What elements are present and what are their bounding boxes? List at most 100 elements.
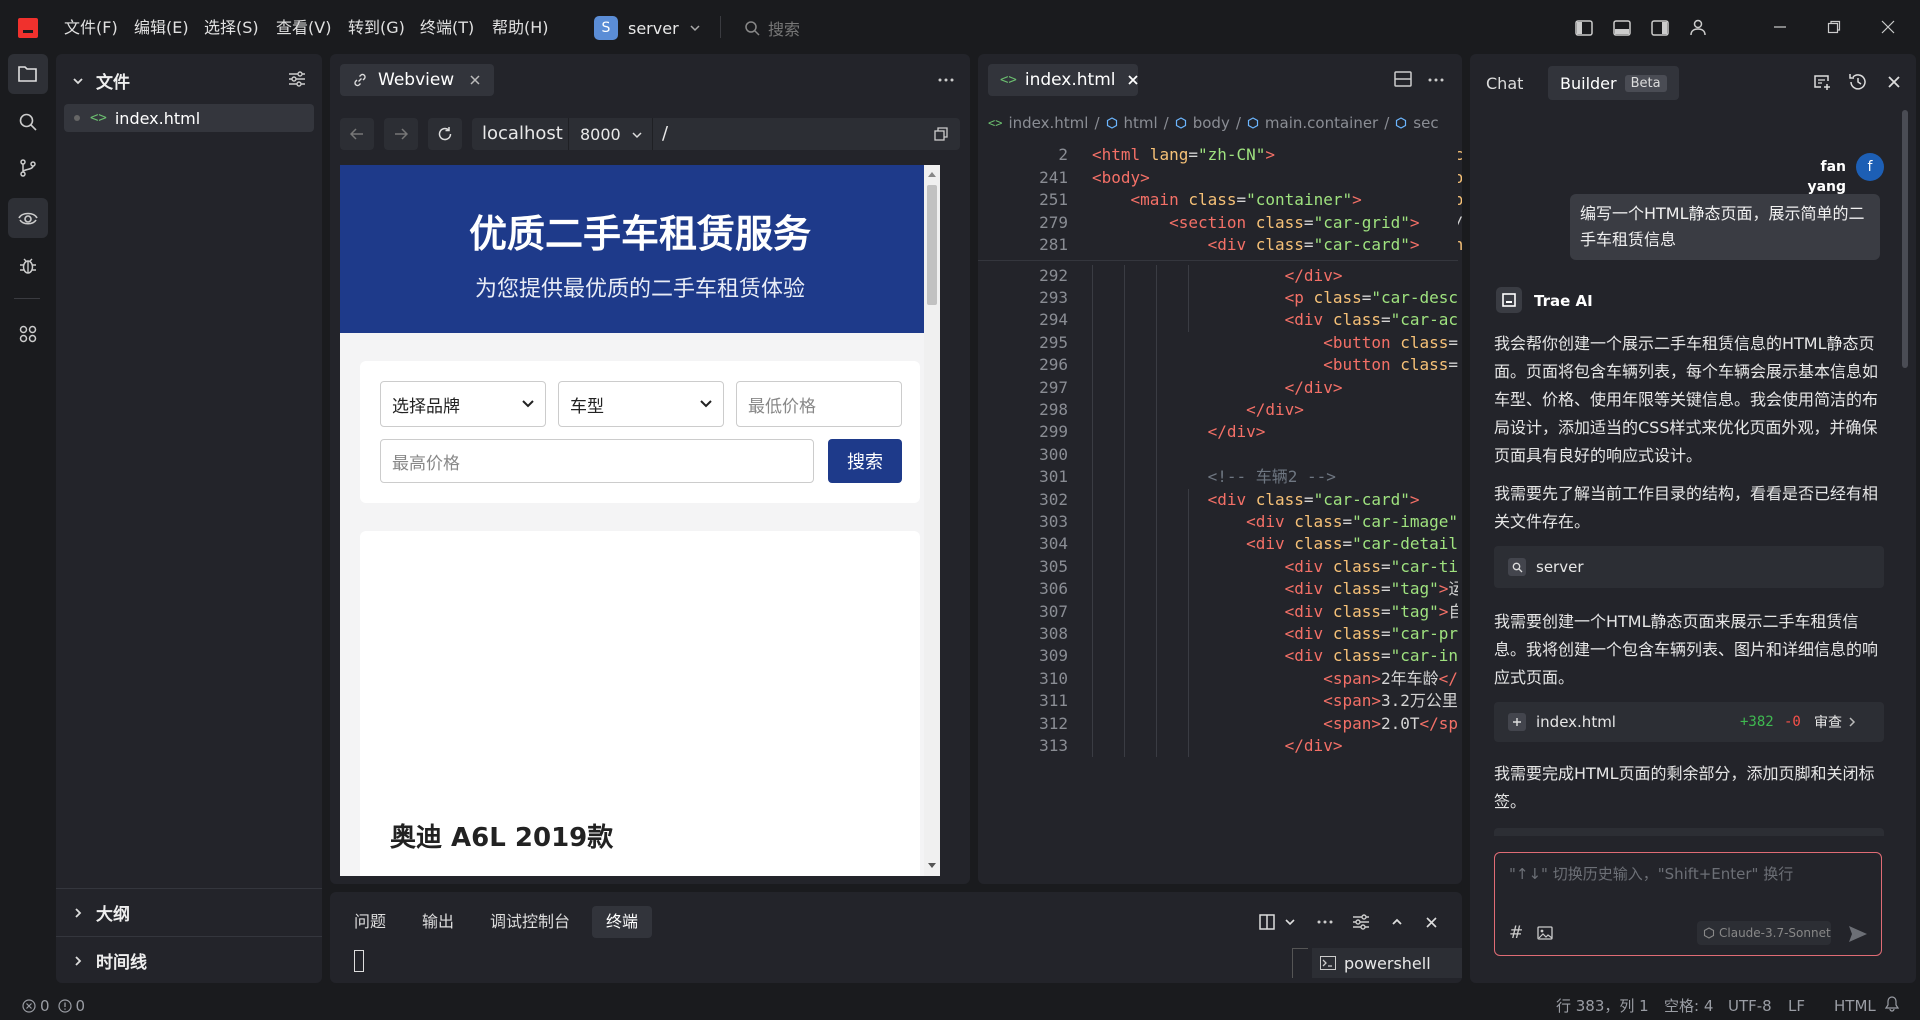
back-button[interactable] <box>340 118 374 150</box>
minimize-icon[interactable] <box>1768 15 1792 39</box>
close-window-icon[interactable] <box>1876 15 1900 39</box>
breadcrumb-item[interactable]: sec <box>1413 114 1438 132</box>
close-icon[interactable] <box>1882 70 1906 94</box>
outline-section[interactable]: 大纲 <box>72 900 130 925</box>
close-icon[interactable] <box>1127 75 1138 85</box>
menu-file[interactable]: 文件(F) <box>64 17 118 39</box>
file-item-index-html[interactable]: <> index.html <box>64 104 314 132</box>
line-number: 293 <box>1039 287 1068 307</box>
breadcrumb-item[interactable]: index.html <box>1008 114 1088 132</box>
tab-output[interactable]: 输出 <box>412 906 464 938</box>
model-selector[interactable]: Claude-3.7-Sonnet <box>1697 921 1831 945</box>
debug-icon[interactable] <box>8 246 48 286</box>
min-price-input[interactable]: 最低价格 <box>736 381 902 427</box>
code-token: = <box>1342 511 1353 531</box>
review-button[interactable]: 审查 <box>1814 712 1856 732</box>
tab-problems[interactable]: 问题 <box>344 906 396 938</box>
maximize-panel-icon[interactable] <box>1386 911 1408 933</box>
brand-select[interactable]: 选择品牌 <box>380 381 546 427</box>
chat-scrollbar[interactable] <box>1902 110 1908 368</box>
filter-settings-icon[interactable] <box>286 68 308 90</box>
tab-chat[interactable]: Chat <box>1486 70 1523 98</box>
send-icon[interactable] <box>1847 923 1869 945</box>
breadcrumb-item[interactable]: main.container <box>1265 114 1378 132</box>
tab-terminal[interactable]: 终端 <box>592 906 653 938</box>
encoding[interactable]: UTF-8 <box>1728 996 1772 1016</box>
toggle-right-panel-icon[interactable] <box>1648 16 1672 40</box>
terminal-instance[interactable]: powershell <box>1312 948 1462 978</box>
reload-button[interactable] <box>428 118 462 150</box>
explorer-icon[interactable] <box>8 54 48 94</box>
timeline-section[interactable]: 时间线 <box>72 948 147 973</box>
project-switcher[interactable]: S server <box>594 14 704 42</box>
chat-input-placeholder: "↑↓" 切换历史输入，"Shift+Enter" 换行 <box>1509 865 1794 883</box>
restore-icon[interactable] <box>1822 15 1846 39</box>
code-area[interactable]: 2 <html lang="zh-CN"> 241 <body> 251 <main c… <box>978 144 1458 884</box>
menu-help[interactable]: 帮助(H) <box>492 17 549 39</box>
indentation[interactable]: 空格: 4 <box>1664 996 1713 1016</box>
split-editor-icon[interactable] <box>1392 68 1414 90</box>
search-view-icon[interactable] <box>8 102 48 142</box>
history-icon[interactable] <box>1846 70 1870 94</box>
tab-builder[interactable]: Builder Beta <box>1548 66 1679 100</box>
max-price-input[interactable]: 最高价格 <box>380 439 814 483</box>
menu-go[interactable]: 转到(G) <box>348 17 405 39</box>
address-bar[interactable]: localhost 8000 / <box>472 118 960 150</box>
search-icon <box>1508 558 1526 576</box>
type-select[interactable]: 车型 <box>558 381 724 427</box>
file-change-name: index.html <box>1536 713 1616 731</box>
explorer-header[interactable]: 文件 <box>72 68 130 93</box>
menu-view[interactable]: 查看(V) <box>276 17 331 39</box>
port-select[interactable]: 8000 <box>580 125 643 144</box>
terminal-cursor[interactable] <box>354 950 364 972</box>
html-file-icon: <> <box>988 116 1003 130</box>
more-actions-icon[interactable] <box>1426 70 1446 90</box>
path-field[interactable]: / <box>662 123 668 144</box>
menu-edit[interactable]: 编辑(E) <box>134 17 189 39</box>
search-icon <box>744 20 760 36</box>
tab-index-html[interactable]: <> index.html <box>988 64 1138 96</box>
language-mode[interactable]: HTML <box>1834 996 1876 1016</box>
notifications-icon[interactable] <box>1882 994 1902 1014</box>
menu-terminal[interactable]: 终端(T) <box>420 17 474 39</box>
line-ending[interactable]: LF <box>1788 996 1805 1016</box>
scrollbar-thumb[interactable] <box>927 185 937 305</box>
forward-button[interactable] <box>384 118 418 150</box>
tab-webview[interactable]: Webview <box>340 64 494 96</box>
global-search[interactable]: 搜索 <box>744 15 944 41</box>
toggle-bottom-panel-icon[interactable] <box>1610 16 1634 40</box>
tool-call-server[interactable]: server <box>1494 546 1884 588</box>
image-icon[interactable] <box>1535 923 1555 943</box>
tab-debug-console[interactable]: 调试控制台 <box>480 906 580 938</box>
scrollbar[interactable] <box>924 165 940 876</box>
menu-selection[interactable]: 选择(S) <box>204 17 259 39</box>
close-icon[interactable] <box>470 75 480 85</box>
more-actions-icon[interactable] <box>1314 911 1336 933</box>
open-external-icon[interactable] <box>934 127 948 141</box>
webview-preview-icon[interactable] <box>8 198 48 238</box>
host-field[interactable]: localhost <box>482 123 563 144</box>
close-panel-icon[interactable] <box>1420 911 1442 933</box>
terminal-settings-icon[interactable] <box>1350 911 1372 933</box>
new-chat-icon[interactable] <box>1810 70 1834 94</box>
problems-indicator[interactable]: 0 0 <box>22 996 85 1016</box>
source-control-icon[interactable] <box>8 148 48 188</box>
cursor-position[interactable]: 行 383，列 1 <box>1556 996 1649 1016</box>
file-change-card[interactable]: index.html +382 -0 审查 <box>1494 702 1884 742</box>
breadcrumb-item[interactable]: html <box>1124 114 1158 132</box>
code-token: "car-pric <box>1390 623 1458 643</box>
toggle-left-panel-icon[interactable] <box>1572 16 1596 40</box>
code-token: "tag" <box>1390 579 1439 599</box>
split-terminal-icon[interactable] <box>1256 911 1278 933</box>
extensions-icon[interactable] <box>8 314 48 354</box>
code-line: <html lang="zh-CN"> <box>1092 144 1275 166</box>
more-actions-icon[interactable] <box>936 70 956 90</box>
chat-input-box[interactable]: "↑↓" 切换历史输入，"Shift+Enter" 换行 # Claude-3.… <box>1494 852 1882 956</box>
account-icon[interactable] <box>1686 15 1710 39</box>
breadcrumb-item[interactable]: body <box>1193 114 1230 132</box>
search-button[interactable]: 搜索 <box>828 439 902 483</box>
hash-icon[interactable]: # <box>1509 923 1523 943</box>
chevron-down-icon[interactable] <box>1280 911 1300 933</box>
